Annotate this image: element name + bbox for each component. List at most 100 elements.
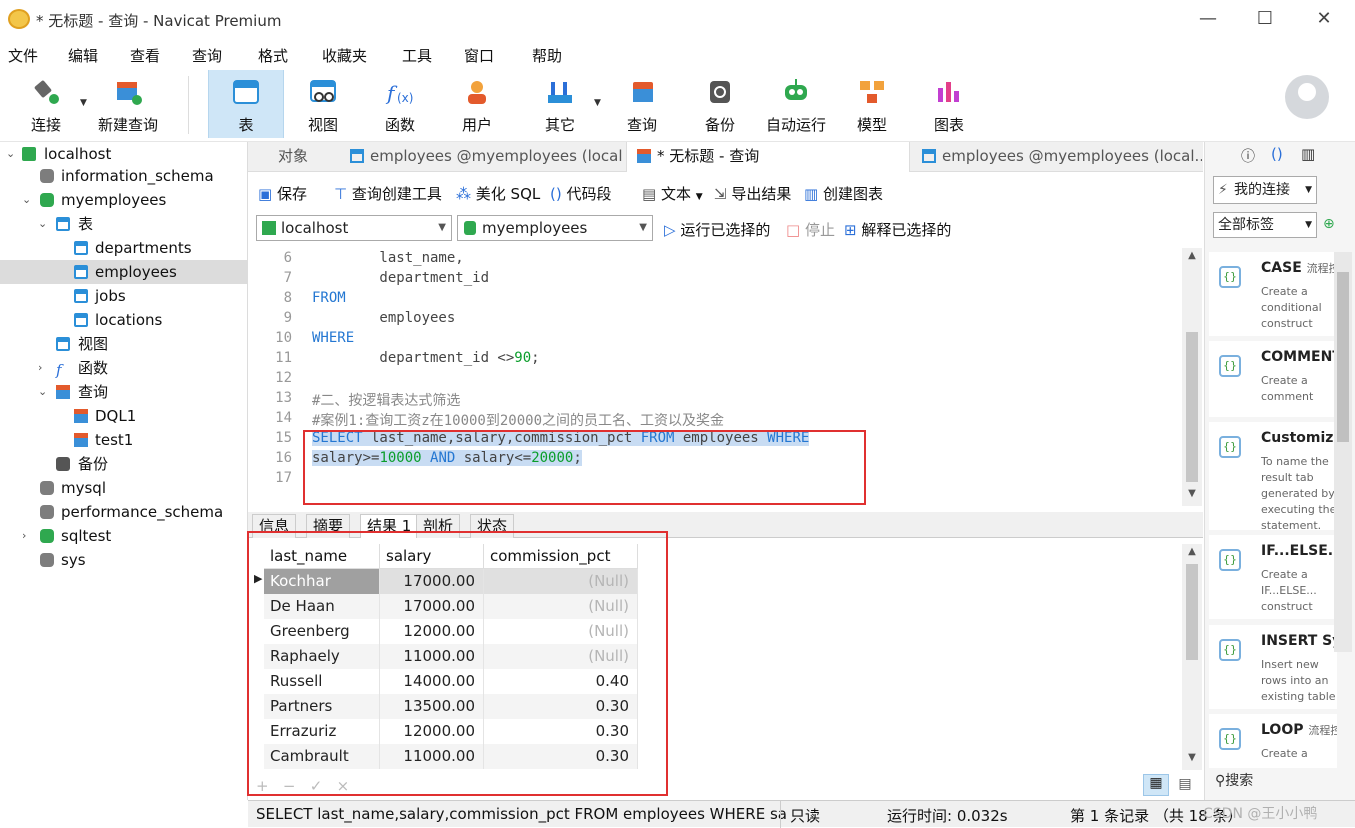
- code-line: department_id <>90;: [312, 350, 540, 366]
- chart-button[interactable]: 图表: [912, 70, 986, 138]
- scroll-up-icon[interactable]: ▲: [1182, 250, 1202, 261]
- expand-icon[interactable]: ›: [38, 356, 42, 380]
- tab-objects[interactable]: 对象: [268, 142, 338, 172]
- scroll-thumb[interactable]: [1186, 332, 1198, 482]
- query-builder-button[interactable]: ⊤ 查询创建工具: [334, 183, 442, 204]
- tag-filter-select[interactable]: 全部标签 ▼: [1213, 212, 1317, 238]
- tree-item-views[interactable]: 视图: [0, 332, 247, 356]
- collapse-icon[interactable]: ⌄: [38, 212, 47, 236]
- grid-view-icon[interactable]: ▦: [1143, 774, 1169, 796]
- snippet-item[interactable]: {} INSERT Sy Insert new rows into an exis…: [1209, 625, 1337, 709]
- menu-favorites[interactable]: 收藏夹: [322, 45, 367, 66]
- menu-window[interactable]: 窗口: [464, 45, 494, 66]
- grid-scrollbar[interactable]: ▲ ▼: [1182, 544, 1202, 770]
- tree-item-performance-schema[interactable]: performance_schema: [0, 500, 247, 524]
- menu-tools[interactable]: 工具: [402, 45, 432, 66]
- tab-employees-1[interactable]: employees @myemployees (local...: [340, 142, 624, 172]
- run-selected-button[interactable]: ▷ 运行已选择的: [664, 219, 770, 240]
- snippet-item[interactable]: {} Customize To name the result tab gener…: [1209, 422, 1337, 532]
- automation-button[interactable]: 自动运行: [760, 70, 832, 138]
- scroll-down-icon[interactable]: ▼: [1182, 752, 1202, 763]
- tree-item-backup[interactable]: 备份: [0, 452, 247, 476]
- menu-edit[interactable]: 编辑: [68, 45, 98, 66]
- scroll-up-icon[interactable]: ▲: [1182, 546, 1202, 557]
- tree-item-myemployees[interactable]: ⌄ myemployees: [0, 188, 247, 212]
- other-button[interactable]: 其它: [520, 70, 600, 138]
- form-view-icon[interactable]: ▤: [1174, 776, 1196, 796]
- connect-button[interactable]: 连接: [10, 70, 82, 138]
- collapse-icon[interactable]: ⌄: [38, 380, 47, 404]
- scroll-down-icon[interactable]: ▼: [1182, 488, 1202, 499]
- table-button[interactable]: 表: [208, 70, 284, 138]
- beautify-sql-button[interactable]: ⁂ 美化 SQL: [456, 183, 540, 204]
- query-button[interactable]: 查询: [606, 70, 678, 138]
- table-icon: [231, 78, 261, 106]
- tree-item-localhost[interactable]: ⌄ localhost: [0, 142, 247, 166]
- tab-employees-2[interactable]: employees @myemployees (local...: [912, 142, 1202, 172]
- model-button[interactable]: 模型: [836, 70, 908, 138]
- editor-scrollbar[interactable]: ▲ ▼: [1182, 248, 1202, 506]
- snippet-item[interactable]: {} CASE 流程控 Create a conditional construct: [1209, 252, 1337, 336]
- database-select[interactable]: myemployees ▼: [457, 215, 653, 241]
- minimize-button[interactable]: —: [1195, 6, 1221, 32]
- tree-item-sys[interactable]: sys: [0, 548, 247, 572]
- function-icon: f: [56, 361, 62, 379]
- connection-icon: [262, 221, 276, 235]
- my-connections-select[interactable]: ⚡ 我的连接 ▼: [1213, 176, 1317, 204]
- new-query-button[interactable]: 新建查询: [92, 70, 164, 138]
- text-button[interactable]: ▤ 文本 ▼: [642, 183, 703, 204]
- snippet-item[interactable]: {} IF...ELSE... Create a IF...ELSE... con…: [1209, 535, 1337, 619]
- snippet-item[interactable]: {} LOOP 流程控 Create a: [1209, 714, 1337, 768]
- backup-button[interactable]: 备份: [684, 70, 756, 138]
- snippet-scrollbar[interactable]: [1334, 252, 1352, 652]
- menu-format[interactable]: 格式: [258, 45, 288, 66]
- connection-select[interactable]: localhost ▼: [256, 215, 452, 241]
- tree-item-information-schema[interactable]: information_schema: [0, 164, 247, 188]
- scroll-thumb[interactable]: [1337, 272, 1349, 442]
- tree-item-sqltest[interactable]: › sqltest: [0, 524, 247, 548]
- tree-item-locations[interactable]: locations: [0, 308, 247, 332]
- stop-button[interactable]: □ 停止: [786, 219, 835, 240]
- collapse-icon[interactable]: ⌄: [22, 188, 31, 212]
- snippet-item[interactable]: {} COMMENT Create a comment: [1209, 341, 1337, 417]
- collapse-icon[interactable]: ⌄: [6, 142, 15, 166]
- connect-dropdown-icon[interactable]: ▼: [80, 98, 87, 108]
- menu-help[interactable]: 帮助: [532, 45, 562, 66]
- add-snippet-icon[interactable]: ⊕: [1323, 216, 1335, 232]
- code-line: FROM: [312, 290, 346, 306]
- expand-icon[interactable]: ›: [22, 524, 26, 548]
- tree-item-jobs[interactable]: jobs: [0, 284, 247, 308]
- view-button[interactable]: 视图: [286, 70, 360, 138]
- save-icon: ▣: [258, 185, 273, 203]
- scroll-thumb[interactable]: [1186, 564, 1198, 660]
- menu-query[interactable]: 查询: [192, 45, 222, 66]
- tree-item-tables[interactable]: ⌄ 表: [0, 212, 247, 236]
- close-button[interactable]: ✕: [1311, 6, 1337, 32]
- tree-item-employees[interactable]: employees: [0, 260, 247, 284]
- explain-selected-button[interactable]: ⊞ 解释已选择的: [844, 219, 951, 240]
- tree-item-mysql[interactable]: mysql: [0, 476, 247, 500]
- connection-icon: [22, 147, 36, 161]
- tab-untitled-query[interactable]: * 无标题 - 查询: [626, 142, 910, 172]
- tree-item-departments[interactable]: departments: [0, 236, 247, 260]
- tree-item-dql1[interactable]: DQL1: [0, 404, 247, 428]
- account-avatar[interactable]: [1285, 75, 1329, 119]
- function-button[interactable]: f (x) 函数: [362, 70, 438, 138]
- other-dropdown-icon[interactable]: ▼: [594, 98, 601, 108]
- layout-icon[interactable]: ▥: [1301, 145, 1315, 163]
- tree-item-queries[interactable]: ⌄ 查询: [0, 380, 247, 404]
- maximize-button[interactable]: ☐: [1252, 6, 1278, 32]
- menu-view[interactable]: 查看: [130, 45, 160, 66]
- menu-file[interactable]: 文件: [8, 45, 38, 66]
- tree-item-functions[interactable]: › f 函数: [0, 356, 247, 380]
- save-button[interactable]: ▣ 保存: [258, 183, 307, 204]
- user-button[interactable]: 用户: [440, 70, 514, 138]
- snippet-name: Customize: [1261, 430, 1337, 446]
- snippet-search[interactable]: ⚲搜索: [1215, 770, 1253, 790]
- export-result-button[interactable]: ⇲ 导出结果: [714, 183, 791, 204]
- tree-item-test1[interactable]: test1: [0, 428, 247, 452]
- snippet-icon[interactable]: (): [1271, 145, 1283, 163]
- snippet-button[interactable]: () 代码段: [550, 183, 612, 204]
- info-icon[interactable]: ⓘ: [1241, 146, 1255, 166]
- create-chart-button[interactable]: ▥ 创建图表: [804, 183, 883, 204]
